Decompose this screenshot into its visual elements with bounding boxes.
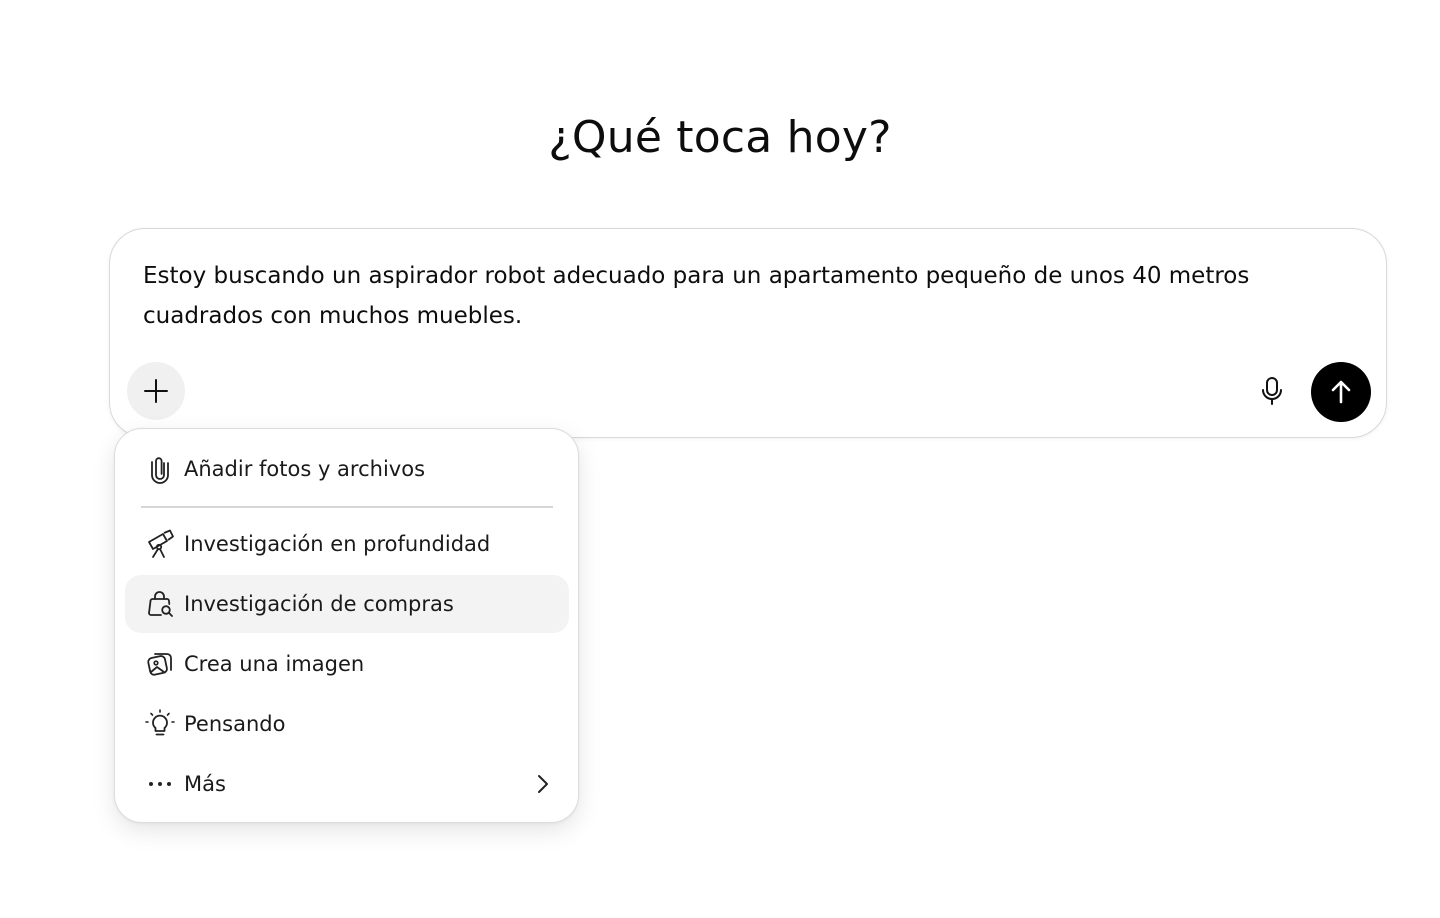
- plus-icon: [144, 379, 168, 403]
- paperclip-icon: [140, 449, 180, 489]
- menu-divider: [141, 506, 553, 508]
- tools-dropdown-menu: Añadir fotos y archivos Investigación en…: [114, 428, 579, 823]
- menu-item-shopping-research[interactable]: Investigación de compras: [125, 575, 569, 633]
- menu-item-label: Pensando: [184, 712, 286, 736]
- menu-item-label: Crea una imagen: [184, 652, 365, 676]
- menu-item-add-files[interactable]: Añadir fotos y archivos: [125, 440, 569, 498]
- image-create-icon: [140, 644, 180, 684]
- menu-item-label: Más: [184, 772, 226, 796]
- menu-item-more[interactable]: Más: [125, 755, 569, 813]
- page-title: ¿Qué toca hoy?: [548, 112, 892, 163]
- lightbulb-icon: [140, 704, 180, 744]
- menu-item-label: Investigación en profundidad: [184, 532, 491, 556]
- menu-item-deep-research[interactable]: Investigación en profundidad: [125, 515, 569, 573]
- add-tools-button[interactable]: [127, 362, 185, 420]
- more-dots-icon: [140, 764, 180, 804]
- chat-home: ¿Qué toca hoy? Estoy buscando un aspirad…: [0, 0, 1440, 918]
- send-button[interactable]: [1311, 362, 1371, 422]
- menu-item-label: Investigación de compras: [184, 592, 454, 616]
- shopping-bag-search-icon: [140, 584, 180, 624]
- prompt-input[interactable]: Estoy buscando un aspirador robot adecua…: [143, 256, 1323, 336]
- chevron-right-icon: [531, 772, 555, 796]
- voice-input-button[interactable]: [1250, 367, 1294, 415]
- prompt-composer[interactable]: Estoy buscando un aspirador robot adecua…: [109, 228, 1387, 438]
- menu-item-thinking[interactable]: Pensando: [125, 695, 569, 753]
- microphone-icon: [1262, 377, 1282, 405]
- menu-item-label: Añadir fotos y archivos: [184, 457, 426, 481]
- menu-item-create-image[interactable]: Crea una imagen: [125, 635, 569, 693]
- telescope-icon: [140, 524, 180, 564]
- arrow-up-icon: [1331, 380, 1351, 404]
